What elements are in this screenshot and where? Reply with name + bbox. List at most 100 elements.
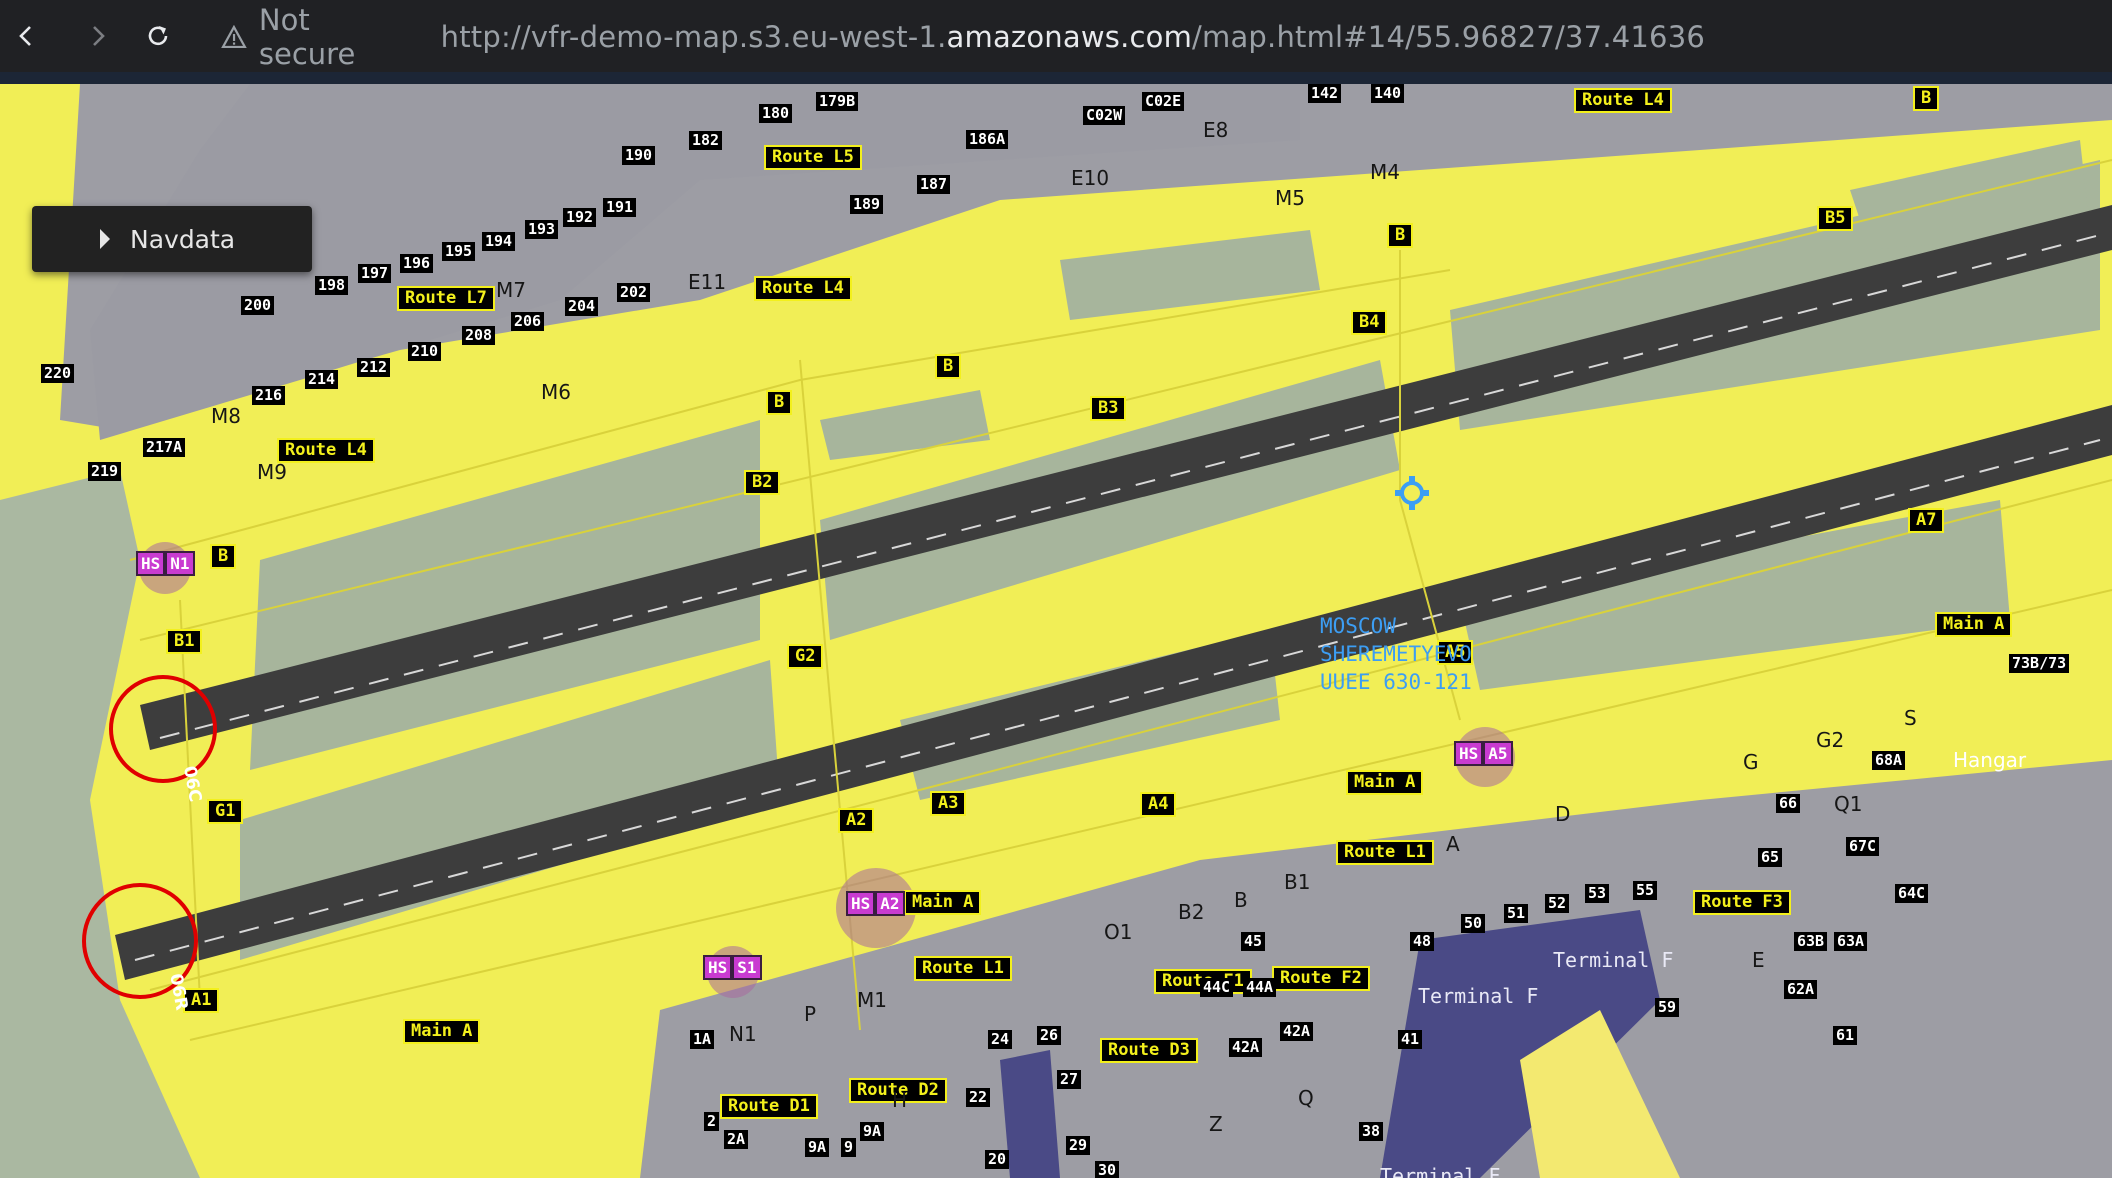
- sign-b4: B4: [1351, 310, 1388, 335]
- stand-label: 50: [1461, 914, 1486, 933]
- taxiway-label: N1: [729, 1022, 757, 1046]
- back-arrow-icon: [19, 26, 31, 46]
- stand-label: 1A: [690, 1030, 715, 1049]
- stand-label: 195: [442, 242, 476, 261]
- sign-route-l7: Route L7: [397, 286, 495, 311]
- taxiway-label: B2: [1178, 900, 1205, 924]
- stand-label: 26: [1037, 1026, 1062, 1045]
- forward-arrow-icon: [93, 26, 105, 46]
- url-text[interactable]: http://vfr-demo-map.s3.eu-west-1.amazona…: [441, 20, 1705, 54]
- sign-b-n1: B: [210, 544, 237, 569]
- airport-map[interactable]: Route L4 Route L5 Route L4 Route L7 Rout…: [0, 84, 2112, 1178]
- stand-label: 42A: [1229, 1038, 1263, 1057]
- taxiway-label: M1: [857, 988, 887, 1012]
- warning-triangle-icon: [221, 25, 247, 49]
- stand-label: 51: [1504, 904, 1529, 923]
- sign-route-l1-left: Route L1: [914, 956, 1012, 981]
- stand-label: 219: [88, 462, 122, 481]
- terminal-f-label: Terminal F: [1553, 948, 1674, 972]
- taxiway-label: G: [1743, 750, 1759, 774]
- url-prefix: http://vfr-demo-map.s3.eu-west-1.: [440, 20, 947, 54]
- stand-label: 55: [1633, 881, 1658, 900]
- taxiway-label: E8: [1203, 118, 1229, 142]
- sign-a3: A3: [930, 791, 967, 816]
- terminal-f-label: Terminal F: [1380, 1164, 1501, 1178]
- stand-label: 42A: [1280, 1022, 1314, 1041]
- stand-label: 44A: [1243, 978, 1277, 997]
- stand-label: 210: [408, 342, 442, 361]
- stand-label: 142: [1308, 84, 1342, 103]
- hangar-label: Hangar: [1953, 748, 2027, 772]
- stand-label: 180: [759, 104, 793, 123]
- stand-label: 29: [1066, 1136, 1091, 1155]
- airport-info: MOSCOW SHEREMETYEVO UUEE 630-121: [1320, 612, 1472, 696]
- taxiway-label: M5: [1275, 186, 1305, 210]
- caret-right-icon: [100, 229, 110, 249]
- airport-name-2: SHEREMETYEVO: [1320, 642, 1472, 666]
- stand-label: 52: [1545, 894, 1570, 913]
- stand-label: 30: [1095, 1161, 1120, 1178]
- taxiway-label: Q: [1298, 1086, 1314, 1110]
- stand-label: 186A: [966, 130, 1009, 149]
- toolbar-divider: [0, 72, 2112, 84]
- sign-route-l4-mid: Route L4: [754, 276, 852, 301]
- browser-toolbar: Not secure http://vfr-demo-map.s3.eu-wes…: [0, 0, 2112, 72]
- forward-button[interactable]: [72, 10, 124, 62]
- hot-spot-s1: HS S1: [703, 955, 762, 980]
- stand-label: 216: [252, 386, 286, 405]
- hot-spot-a2: HS A2: [846, 891, 905, 916]
- stand-label: 44C: [1200, 978, 1234, 997]
- stand-label: 9A: [805, 1138, 830, 1157]
- stand-label: 64C: [1895, 884, 1929, 903]
- security-label: Not secure: [258, 3, 356, 71]
- sign-main-a-a2: Main A: [904, 890, 982, 915]
- stand-label: 208: [462, 326, 496, 345]
- back-button[interactable]: [0, 10, 52, 62]
- sign-route-l1-right: Route L1: [1336, 840, 1434, 865]
- stand-label: 179B: [816, 92, 859, 111]
- sign-main-a-mid: Main A: [1346, 770, 1424, 795]
- stand-label: 24: [988, 1030, 1013, 1049]
- navdata-toggle[interactable]: Navdata: [32, 206, 312, 272]
- stand-label: 217A: [143, 438, 186, 457]
- reload-button[interactable]: [132, 10, 184, 62]
- stand-label: 2: [704, 1112, 720, 1131]
- sign-b1: B1: [166, 629, 203, 654]
- sign-route-l4-top: Route L4: [1574, 88, 1672, 113]
- taxiway-label: M6: [541, 380, 571, 404]
- sign-b-e8: B: [1387, 223, 1414, 248]
- hot-spot-n1: HS N1: [136, 551, 195, 576]
- stand-label: 140: [1371, 84, 1405, 103]
- sign-a7: A7: [1908, 508, 1945, 533]
- address-bar[interactable]: Not secure http://vfr-demo-map.s3.eu-wes…: [205, 3, 1705, 71]
- stand-label: 220: [41, 364, 75, 383]
- sign-main-a-bottom: Main A: [403, 1019, 481, 1044]
- sign-a4: A4: [1140, 792, 1177, 817]
- stand-label: 212: [357, 358, 391, 377]
- stand-label: 189: [850, 195, 884, 214]
- taxiway-label: A: [1446, 832, 1460, 856]
- taxiway-label: Z: [1209, 1112, 1223, 1136]
- taxiway-label: M9: [257, 460, 287, 484]
- sign-g2: G2: [787, 644, 824, 669]
- security-indicator[interactable]: Not secure: [221, 3, 415, 71]
- stand-label: 2A: [724, 1130, 749, 1149]
- sign-route-d1: Route D1: [720, 1094, 818, 1119]
- sign-route-l5: Route L5: [764, 145, 862, 170]
- stand-label: 67C: [1846, 837, 1880, 856]
- stand-label: 187: [917, 175, 951, 194]
- taxiway-label: M8: [211, 404, 241, 428]
- stand-label: 9: [841, 1138, 857, 1157]
- terminal-f-label: Terminal F: [1418, 984, 1539, 1008]
- stand-label: 9A: [860, 1122, 885, 1141]
- stand-label: 22: [966, 1088, 991, 1107]
- taxiway-label: E: [1752, 948, 1765, 972]
- stand-label: 48: [1410, 932, 1435, 951]
- sign-b2: B2: [744, 470, 781, 495]
- stand-label: 196: [400, 254, 434, 273]
- stand-label: 63A: [1834, 932, 1868, 951]
- stand-label: 65: [1758, 848, 1783, 867]
- stand-label: 200: [241, 296, 275, 315]
- sign-route-d3: Route D3: [1100, 1038, 1198, 1063]
- stand-label: 192: [563, 208, 597, 227]
